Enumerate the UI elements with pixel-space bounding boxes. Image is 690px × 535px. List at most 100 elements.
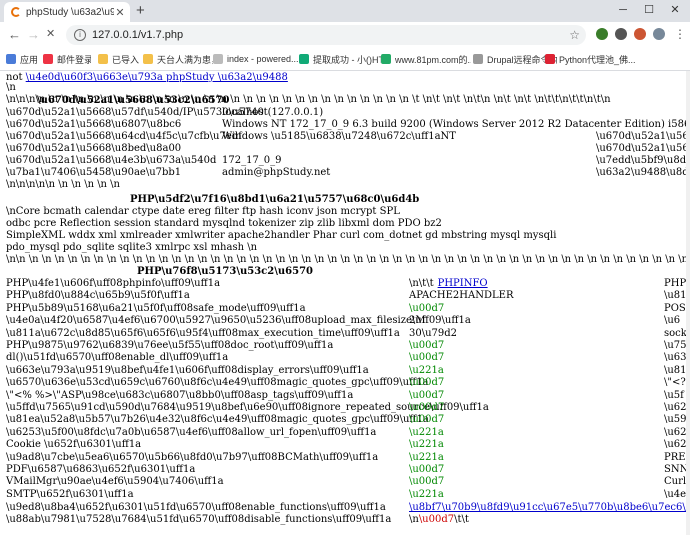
php-row-right: \u6 (664, 315, 681, 327)
php-row-label: \u663e\u793a\u9519\u8bef\u4fe1\u606f\uff… (6, 364, 369, 376)
hide-probe-link[interactable]: \u4e0d\u60f3\u663e\u793a phpStudy \u63a2… (26, 72, 288, 83)
ext-list-line: SimpleXML wddx xml xmlreader xmlwriter a… (6, 230, 557, 241)
php-row-label: \u81ea\u52a8\u5b57\u7b26\u4e32\u8f6c\u4e… (6, 414, 429, 426)
php-row-right: PHP (664, 278, 687, 289)
loading-icon (11, 7, 21, 17)
bookmark-item[interactable]: index - powered... (213, 48, 299, 70)
bookmark-item[interactable]: 邮件登录 (43, 48, 91, 70)
folder-icon (98, 54, 108, 64)
window-controls: ─ ☐ ✕ (610, 2, 688, 18)
php-row-value: \u00d7 (409, 464, 445, 475)
close-window-icon[interactable]: ✕ (662, 2, 688, 18)
server-row-right: \u7edd\u5bf9\u8def (596, 155, 690, 166)
bookmark-item[interactable]: Python代理池_佛... (545, 48, 645, 70)
php-row-label: \u88ab\u7981\u7528\u7684\u51fd\u6570\uff… (6, 514, 392, 525)
php-row-label: PHP\u9875\u9762\u6839\u76ee\u5f55\uff08d… (6, 340, 334, 351)
not-line: not \u4e0d\u60f3\u663e\u793a phpStudy \u… (6, 72, 288, 83)
extension-icon[interactable] (615, 28, 627, 40)
php-row-label: \u4e0a\u4f20\u6587\u4ef6\u6700\u5927\u96… (6, 315, 471, 327)
php-row-right: \u59 (664, 414, 687, 426)
server-row-label: \u7ba1\u7406\u5458\u90ae\u7bb1 (6, 167, 182, 178)
php-row-label: \u811a\u672c\u8d85\u65f6\u65f6\u95f4\uff… (6, 327, 400, 339)
php-row-label: \u6570\u636e\u53cd\u659c\u6760\u8f6c\u4e… (6, 377, 429, 389)
bookmark-star-icon[interactable]: ☆ (569, 28, 580, 42)
maximize-icon[interactable]: ☐ (636, 2, 662, 18)
php-row-right: POS (664, 302, 686, 314)
browser-tab[interactable]: phpStudy \u63a2\u9488 2014 ✕ (4, 2, 130, 22)
server-row-value: localhost(127.0.0.1) (222, 107, 324, 118)
php-row-label: \"<% %>\"ASP\u98ce\u683c\u6807\u8bb0\uff… (6, 389, 354, 401)
bookmark-item[interactable]: 提取成功 - 小()HT... (299, 48, 381, 70)
bookmark-item[interactable]: 天台人满为患，不... (143, 48, 213, 70)
info-icon[interactable]: i (74, 29, 86, 41)
php-row-right: SNN (664, 464, 689, 475)
folder-icon (143, 54, 153, 64)
mail-icon (43, 54, 53, 64)
bookmark-item[interactable]: 已导入 (98, 48, 140, 70)
php-row-value: \u00d7 (409, 402, 445, 413)
scrollbar[interactable] (686, 71, 690, 535)
php-row-value: \u00d7 (409, 302, 445, 314)
server-row-right: \u63a2\u9488\u8def (596, 167, 690, 178)
php-row-value: \u00d7 (409, 414, 445, 426)
bookmark-apps[interactable]: 应用 (6, 48, 40, 70)
stop-icon[interactable]: ✕ (46, 26, 55, 43)
server-row-value: Windows \u5185\u6838\u7248\u672c\uff1aNT (222, 131, 456, 142)
menu-icon[interactable]: ⋮ (674, 26, 686, 43)
php-row-value: \u00d7 (409, 352, 445, 364)
ext-heading: PHP\u5df2\u7f16\u8bd1\u6a21\u5757\u68c0\… (130, 194, 420, 205)
avatar[interactable] (653, 28, 665, 40)
bookmarks-bar: 应用 邮件登录 已导入 天台人满为患，不... index - powered.… (0, 48, 690, 71)
extension-icon[interactable] (596, 28, 608, 40)
ext-list-line: odbc pcre Reflection session standard my… (6, 218, 442, 229)
browser-toolbar: ← → ✕ i 127.0.0.1/v1.7.php ☆ ⋮ (0, 22, 690, 48)
php-row-value: \n\t\t PHPINFO (409, 278, 488, 289)
server-row-value: admin@phpStudy.net (222, 167, 331, 178)
php-row-right: \u75 (664, 340, 687, 351)
site-icon (545, 54, 555, 64)
server-row-label: \u670d\u52a1\u5668\u8bed\u8a00 (6, 143, 182, 154)
php-row-right: \"<? (664, 377, 686, 389)
php-row-value: 30\u79d2 (409, 327, 458, 339)
minimize-icon[interactable]: ─ (610, 2, 636, 18)
php-row-value: \u00d7 (409, 389, 445, 401)
phpinfo-link[interactable]: PHPINFO (438, 278, 488, 289)
php-row-label: PHP\u4fe1\u606f\uff08phpinfo\uff09\uff1a (6, 278, 221, 289)
php-row-label: dl()\u51fd\u6570\uff08enable_dl\uff09\uf… (6, 352, 229, 364)
php-row-label: VMailMgr\u90ae\u4ef6\u5904\u7406\uff1a (6, 476, 224, 488)
php-row-value: APACHE2HANDLER (409, 290, 514, 302)
raw-newline: \n\n \n \n \n \n \n \n \n \n \n \n \n \n… (6, 254, 690, 265)
php-row-value: \u00d7 (409, 377, 445, 389)
address-bar[interactable]: i 127.0.0.1/v1.7.php ☆ (66, 25, 586, 45)
server-row-right: \u670d\u52a1\u5668 (596, 131, 690, 142)
php-row-right: \u62 (664, 402, 687, 413)
php-row-right: \u5f (664, 389, 684, 401)
close-tab-icon[interactable]: ✕ (114, 6, 126, 19)
new-tab-button[interactable]: + (136, 3, 145, 19)
enable-functions-link[interactable]: \u8bf7\u70b9\u8fd9\u91cc\u67e5\u770b\u8b… (409, 502, 690, 513)
bookmark-item[interactable]: www.81pm.com的... (381, 48, 471, 70)
php-row-value: \u221a (409, 451, 444, 463)
php-row-right: Curl (664, 476, 687, 488)
php-row-value: \u221a (409, 439, 444, 451)
ext-list-line: \nCore bcmath calendar ctype date ereg f… (6, 206, 400, 217)
php-row-right: \u63 (664, 352, 687, 364)
php-row-value: 2M (409, 315, 426, 327)
php-row-label: PHP\u5b89\u5168\u6a21\u5f0f\uff08safe_mo… (6, 302, 306, 314)
php-row-label: \u6253\u5f00\u8fdc\u7a0b\u6587\u4ef6\uff… (6, 426, 377, 438)
php-row-label: SMTP\u652f\u6301\uff1a (6, 488, 134, 500)
php-row-right: \u4e (664, 488, 687, 500)
php-row-right: sock (664, 327, 687, 339)
site-icon (299, 54, 309, 64)
php-row-value: \u221a (409, 488, 444, 500)
forward-icon[interactable]: → (27, 26, 40, 43)
php-row-label: \u9ad8\u7cbe\u5ea6\u6570\u5b66\u8fd0\u7b… (6, 451, 379, 463)
server-row-value: Windows NT 172_17_0_9 6.3 build 9200 (Wi… (222, 119, 690, 130)
php-row-value: \u00d7 (409, 476, 445, 488)
php-row-right: PRE (664, 451, 686, 463)
back-icon[interactable]: ← (8, 26, 21, 43)
extension-icon[interactable] (634, 28, 646, 40)
server-row-value: 172_17_0_9 (222, 155, 282, 166)
php-row-value: \u221a (409, 364, 444, 376)
raw-newline: \n (6, 82, 16, 93)
